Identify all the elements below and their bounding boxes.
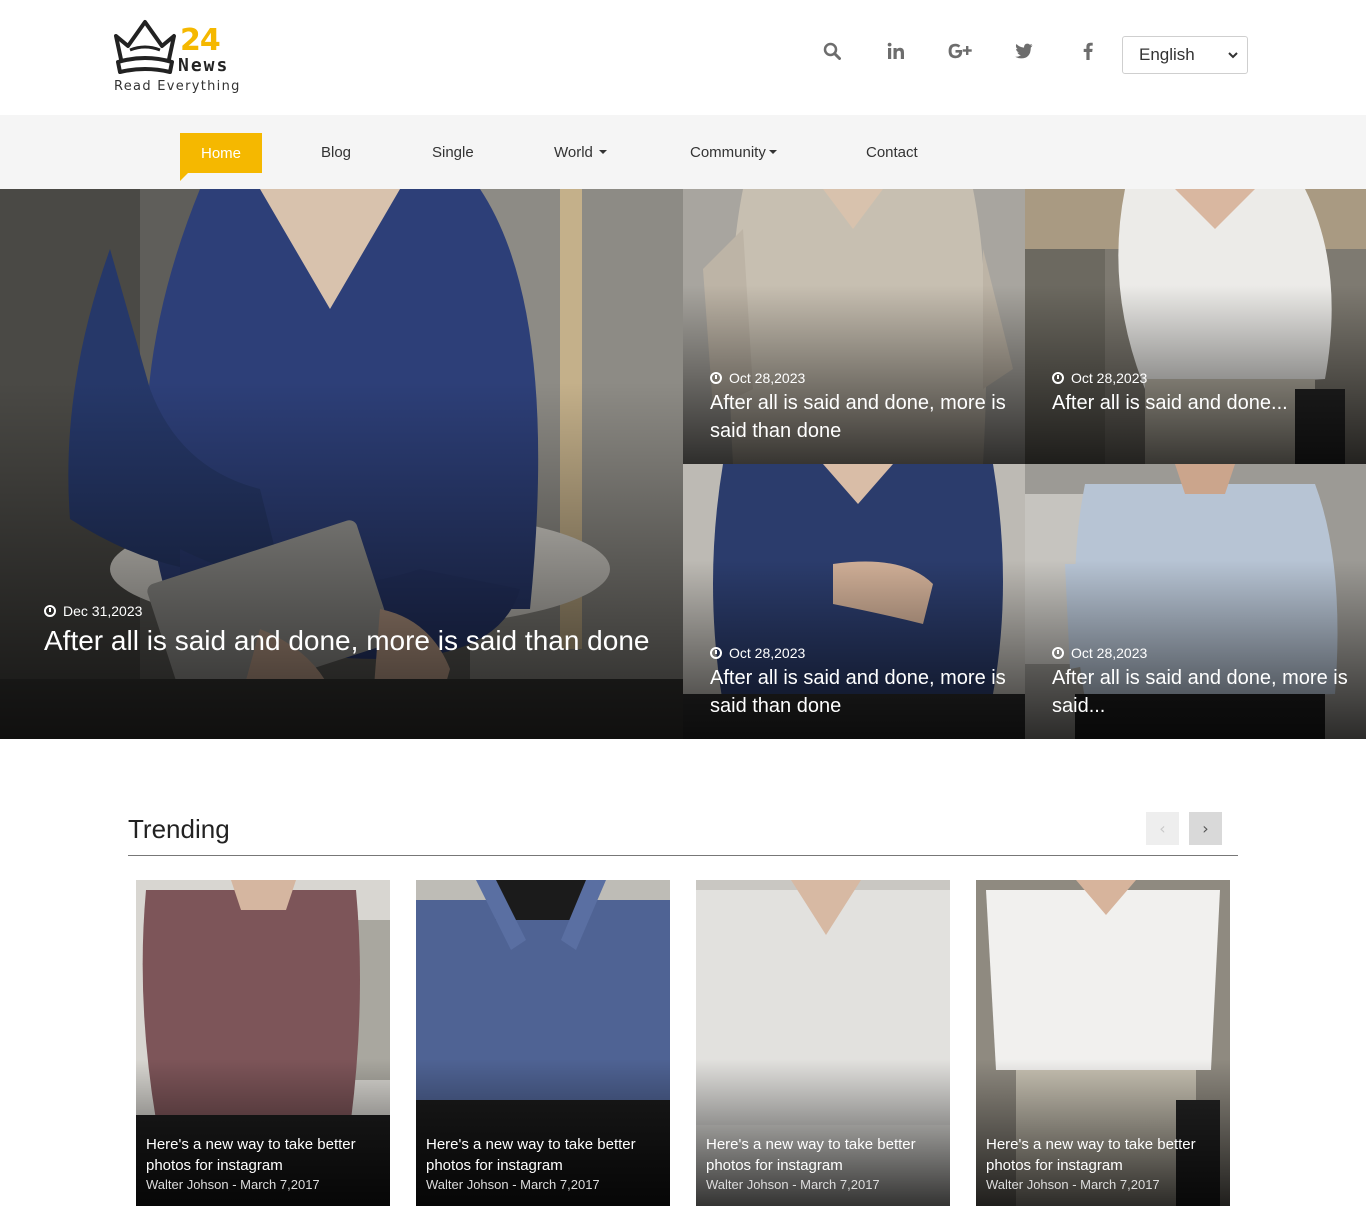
article-date: Dec 31,2023: [44, 603, 142, 619]
hero-main-article[interactable]: Dec 31,2023 After all is said and done, …: [0, 189, 683, 739]
carousel-next-button[interactable]: ›: [1189, 812, 1222, 845]
article-date: Oct 28,2023: [710, 645, 805, 661]
nav-item-blog[interactable]: Blog: [321, 115, 351, 189]
nav-community-label: Community: [690, 143, 766, 161]
card-title[interactable]: Here's a new way to take better photos f…: [986, 1134, 1226, 1176]
card-title[interactable]: Here's a new way to take better photos f…: [706, 1134, 946, 1176]
article-date-text: Oct 28,2023: [729, 645, 806, 661]
chevron-right-icon: ›: [1202, 819, 1209, 838]
carousel-prev-button[interactable]: ‹: [1146, 812, 1179, 845]
nav-item-single[interactable]: Single: [432, 115, 474, 189]
chevron-down-icon: [1228, 52, 1238, 59]
article-date-text: Oct 28,2023: [729, 370, 806, 386]
site-header: 24 News Read Everything English: [0, 0, 1366, 115]
card-meta: Walter Johson - March 7,2017: [986, 1177, 1160, 1192]
nav-item-world[interactable]: World: [554, 115, 607, 189]
article-title[interactable]: After all is said and done, more is said…: [1052, 664, 1366, 720]
nav-item-community[interactable]: Community: [690, 115, 777, 189]
article-date-text: Oct 28,2023: [1071, 645, 1148, 661]
linkedin-icon[interactable]: [864, 36, 928, 66]
nav-single-label: Single: [432, 143, 474, 161]
nav-home-label: Home: [200, 144, 241, 162]
clock-icon: [1052, 647, 1064, 659]
nav-world-label: World: [554, 143, 593, 161]
section-title: Trending: [128, 814, 230, 844]
nav-blog-label: Blog: [321, 143, 352, 161]
language-selected: English: [1139, 45, 1195, 64]
card-meta: Walter Johson - March 7,2017: [706, 1177, 880, 1192]
article-date-text: Oct 28,2023: [1071, 370, 1148, 386]
hero-article-4[interactable]: Oct 28,2023 After all is said and done, …: [1025, 464, 1366, 739]
trending-section: Trending ‹ › Here's a new way to take be…: [0, 739, 1366, 1221]
site-logo[interactable]: 24 News Read Everything: [112, 18, 252, 98]
nav-contact-label: Contact: [866, 143, 918, 161]
logo-number: 24: [180, 23, 221, 58]
facebook-icon[interactable]: [1056, 36, 1120, 66]
trending-card[interactable]: Here's a new way to take better photos f…: [136, 880, 390, 1206]
main-nav: Home Blog Single World Community Contact: [0, 115, 1366, 189]
social-links: [800, 36, 1120, 66]
article-title[interactable]: After all is said and done...: [1052, 389, 1366, 417]
clock-icon: [1052, 372, 1064, 384]
crown-logo-icon: [114, 20, 176, 74]
logo-name: News: [178, 55, 230, 76]
trending-card[interactable]: Here's a new way to take better photos f…: [976, 880, 1230, 1206]
article-date-text: Dec 31,2023: [63, 603, 143, 619]
twitter-icon[interactable]: [992, 36, 1056, 66]
caret-down-icon: [598, 150, 607, 154]
nav-item-home[interactable]: Home: [180, 133, 262, 181]
card-title[interactable]: Here's a new way to take better photos f…: [426, 1134, 666, 1176]
section-divider: [128, 855, 1238, 856]
trending-card[interactable]: Here's a new way to take better photos f…: [696, 880, 950, 1206]
search-icon[interactable]: [800, 36, 864, 66]
card-meta: Walter Johson - March 7,2017: [426, 1177, 600, 1192]
chevron-left-icon: ‹: [1159, 819, 1166, 838]
card-meta: Walter Johson - March 7,2017: [146, 1177, 320, 1192]
article-date: Oct 28,2023: [1052, 370, 1147, 386]
clock-icon: [710, 372, 722, 384]
article-date: Oct 28,2023: [1052, 645, 1147, 661]
google-plus-icon[interactable]: [928, 36, 992, 66]
logo-tagline: Read Everything: [114, 79, 241, 94]
hero-article-1[interactable]: Oct 28,2023 After all is said and done, …: [683, 189, 1025, 464]
hero-article-2[interactable]: Oct 28,2023 After all is said and done..…: [1025, 189, 1366, 464]
caret-down-icon: [768, 150, 777, 154]
hero-article-3[interactable]: Oct 28,2023 After all is said and done, …: [683, 464, 1025, 739]
article-date: Oct 28,2023: [710, 370, 805, 386]
clock-icon: [710, 647, 722, 659]
trending-card[interactable]: Here's a new way to take better photos f…: [416, 880, 670, 1206]
clock-icon: [44, 605, 56, 617]
nav-item-contact[interactable]: Contact: [866, 115, 918, 189]
article-title[interactable]: After all is said and done, more is said…: [44, 623, 649, 659]
image-overlay: [0, 381, 683, 739]
article-title[interactable]: After all is said and done, more is said…: [710, 664, 1025, 720]
article-title[interactable]: After all is said and done, more is said…: [710, 389, 1025, 445]
hero-grid: Dec 31,2023 After all is said and done, …: [0, 189, 1366, 739]
card-title[interactable]: Here's a new way to take better photos f…: [146, 1134, 386, 1176]
language-select[interactable]: English: [1122, 36, 1248, 74]
